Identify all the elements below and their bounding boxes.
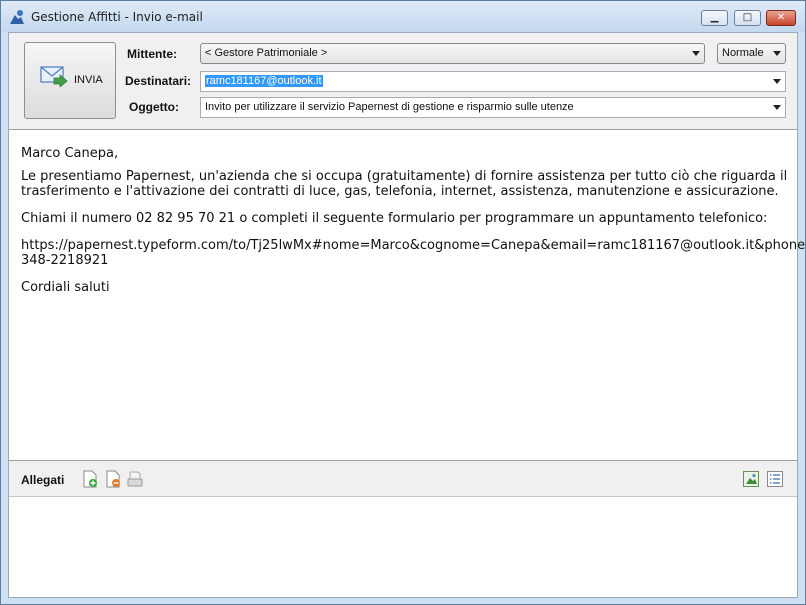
chevron-down-icon [773,105,781,110]
envelope-send-icon [40,66,68,87]
minimize-button[interactable]: ▁ [701,10,728,26]
chevron-down-icon [692,51,700,56]
window-title: Gestione Affitti - Invio e-mail [31,10,203,24]
email-window: Gestione Affitti - Invio e-mail ▁ □ ✕ IN… [0,0,806,605]
message-link-line2: 348-2218921 [21,253,109,268]
message-closing: Cordiali saluti [21,280,110,295]
close-button[interactable]: ✕ [766,10,796,26]
mittente-select[interactable]: < Gestore Patrimoniale > [200,43,705,64]
message-para2: Chiami il numero 02 82 95 70 21 o comple… [21,211,768,226]
mittente-label: Mittente: [127,47,177,61]
maximize-button[interactable]: □ [734,10,761,26]
message-greeting: Marco Canepa, [21,146,119,161]
message-para1-line2: trasferimento e l'attivazione dei contra… [21,184,779,199]
attachments-label: Allegati [21,473,65,487]
maximize-icon: □ [742,12,753,23]
message-link-line1: https://papernest.typeform.com/to/Tj25lw… [21,238,806,253]
app-icon [10,10,24,24]
priority-value: Normale [722,47,764,59]
list-view-icon[interactable] [767,470,783,488]
attachments-toolbar: Allegati [9,461,797,496]
title-bar[interactable]: Gestione Affitti - Invio e-mail ▁ □ ✕ [1,1,805,32]
client-area: INVIA Mittente: < Gestore Patrimoniale >… [8,32,806,598]
message-para1-line1: Le presentiamo Papernest, un'azienda che… [21,169,788,184]
scan-icon[interactable] [127,470,143,488]
message-body[interactable]: Marco Canepa, Le presentiamo Papernest, … [9,129,806,461]
chevron-down-icon [773,79,781,84]
destinatari-value: ramc181167@outlook.it [205,75,323,87]
oggetto-label: Oggetto: [129,100,179,114]
close-icon: ✕ [776,12,786,23]
remove-attachment-icon[interactable] [105,470,121,488]
image-view-icon[interactable] [743,470,759,488]
destinatari-label: Destinatari: [125,74,192,88]
send-button-label: INVIA [74,74,103,86]
oggetto-input[interactable]: Invito per utilizzare il servizio Papern… [200,97,786,118]
minimize-icon: ▁ [710,12,719,23]
add-attachment-icon[interactable] [82,470,98,488]
priority-select[interactable]: Normale [717,43,786,64]
mittente-value: < Gestore Patrimoniale > [205,47,328,59]
oggetto-value: Invito per utilizzare il servizio Papern… [205,101,574,113]
destinatari-input[interactable]: ramc181167@outlook.it [200,71,786,92]
chevron-down-icon [773,51,781,56]
send-button[interactable]: INVIA [24,42,116,119]
attachments-list[interactable] [9,496,797,597]
